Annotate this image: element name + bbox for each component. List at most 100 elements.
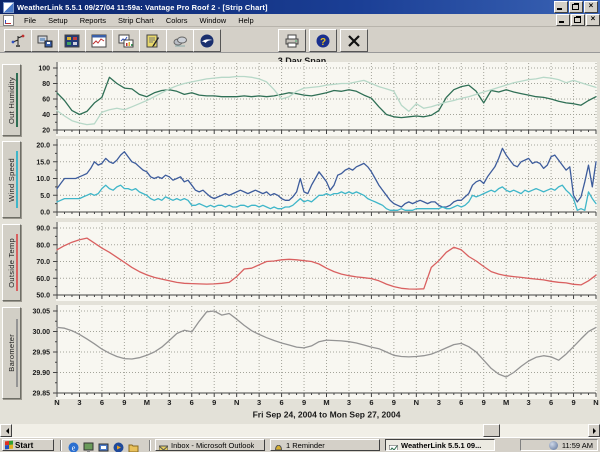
download-button[interactable] [31,29,59,52]
xtick-label: 6 [369,398,373,407]
quick-launch-channels-icon[interactable] [98,440,109,452]
ytick-label: 29.90 [32,370,50,377]
notes-button[interactable] [139,29,167,52]
task-button-3[interactable]: WeatherLink 5.5.1 09... [385,439,495,451]
window-title: WeatherLink 5.5.1 09/27/04 11:59a: Vanta… [17,2,268,12]
close-button[interactable]: × [584,1,598,13]
scroll-right-button[interactable] [588,424,600,437]
summary-icon [64,34,80,48]
panel-label-out-humidity[interactable]: Out Humidity [2,64,21,136]
notes-icon [145,34,161,48]
weather-cloud-icon [172,34,188,48]
xtick-label: 6 [190,398,194,407]
help-button[interactable]: ? [309,29,337,52]
xtick-label: 6 [549,398,553,407]
print-icon [284,34,300,48]
menu-bar: File Setup Reports Strip Chart Colors Window H… [0,14,600,27]
menu-file[interactable]: File [18,15,42,26]
ytick-label: 90.0 [36,226,50,233]
child-window-controls: × [556,14,600,26]
panel-barometer: 30.05 30.00 29.95 29.90 29.85 N 3 6 9 M 3 6 9 N 3 6 9 M 3 6… [32,305,599,420]
strip-chart-svg: 3 Day Span1008060402020.015.010.05.00.09… [32,56,599,420]
restore-button[interactable] [569,1,583,13]
toolbar: ? [0,27,600,53]
menu-window[interactable]: Window [194,15,233,26]
scroll-right-icon [593,428,599,434]
xtick-label: 9 [571,398,575,407]
task-button-1[interactable]: Inbox - Microsoft Outlook [155,439,265,451]
close-icon: × [588,1,594,10]
reminder-icon [274,441,283,450]
series-color-bar [16,151,18,208]
menu-reports[interactable]: Reports [74,15,112,26]
xtick-label: N [234,398,239,407]
ytick-label: 100 [38,66,50,73]
panel-label-outside-temp[interactable]: Outside Temp [2,224,21,301]
ytick-label: 50.0 [36,293,50,300]
print-button[interactable] [278,29,306,52]
quick-launch-folder-icon[interactable] [128,440,139,452]
strip-chart-area: 3 Day Span 100 80 60 40 20 20.0 15.0 10.0 5.0 0.0 9… [0,53,600,424]
child-minimize-button[interactable] [556,14,570,26]
close-button[interactable] [340,29,368,52]
scroll-left-button[interactable] [0,424,12,437]
xtick-label: 6 [279,398,283,407]
ytick-label: 80 [42,81,50,88]
task-button-2[interactable]: 1 Reminder [270,439,380,451]
noaa-logo-icon [199,34,215,48]
panel-label-barometer[interactable]: Barometer [2,307,21,399]
menu-colors[interactable]: Colors [160,15,194,26]
restore-icon [574,17,581,23]
plot-button[interactable] [112,29,140,52]
screen: WeatherLink 5.5.1 09/27/04 11:59a: Vanta… [0,0,600,452]
ytick-label: 60 [42,97,50,104]
xtick-label: M [503,398,509,407]
ytick-label: 30.05 [32,309,50,316]
xtick-label: N [593,398,598,407]
strip-chart-button[interactable] [85,29,113,52]
weatherlink-icon [388,441,399,450]
menu-help[interactable]: Help [232,15,259,26]
xtick-label: 6 [100,398,104,407]
minimize-icon [559,21,564,23]
panel-wind-speed: 20.0 15.0 10.0 5.0 0.0 [36,139,597,218]
bulletin-icon [10,34,26,48]
summary-button[interactable] [58,29,86,52]
xtick-label: N [54,398,59,407]
strip-chart-window-icon[interactable] [3,14,14,26]
series-color-bar [16,234,18,291]
ytick-label: 80.0 [36,242,50,249]
series-color-bar [16,73,18,127]
outlook-icon [158,441,169,450]
minimize-button[interactable] [554,1,568,13]
xtick-label: N [414,398,419,407]
panel-label-wind-speed[interactable]: Wind Speed [2,141,21,218]
xtick-label: 9 [392,398,396,407]
ytick-label: 60.0 [36,276,50,283]
ytick-label: 20.0 [36,143,50,150]
scrollbar-thumb[interactable] [483,424,500,437]
app-icon [3,1,14,13]
quick-launch-media-player-icon[interactable] [113,440,124,452]
ytick-label: 29.95 [32,350,50,357]
ytick-label: 30.00 [32,329,50,336]
noaa-logo-button[interactable] [193,29,221,52]
horizontal-scrollbar[interactable] [0,424,600,437]
child-restore-button[interactable] [571,14,585,26]
xtick-label: 6 [459,398,463,407]
quick-launch-internet-explorer-icon[interactable]: e [68,440,79,452]
menu-strip-chart[interactable]: Strip Chart [112,15,160,26]
ytick-label: 20 [42,128,50,135]
xtick-label: M [323,398,329,407]
xtick-label: 9 [302,398,306,407]
xtick-label: 3 [167,398,171,407]
menu-setup[interactable]: Setup [42,15,74,26]
start-button[interactable]: Start [2,439,54,451]
quick-launch-show-desktop-icon[interactable] [83,440,94,452]
bulletin-button[interactable] [4,29,32,52]
weather-cloud-button[interactable] [166,29,194,52]
window-titlebar: WeatherLink 5.5.1 09/27/04 11:59a: Vanta… [0,0,600,14]
child-close-button[interactable]: × [586,14,600,26]
close-icon [346,34,362,48]
tray-status-icon[interactable] [548,440,558,450]
